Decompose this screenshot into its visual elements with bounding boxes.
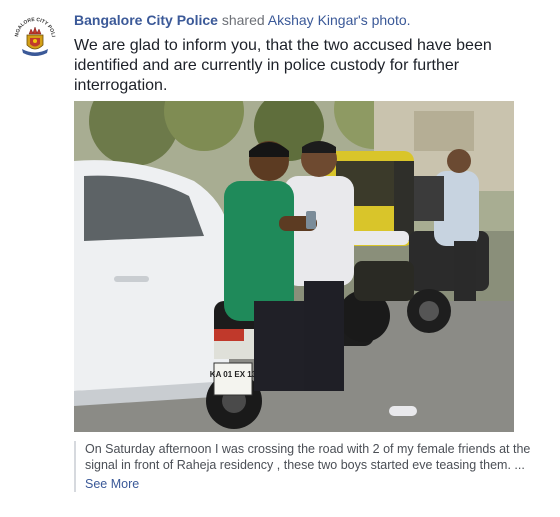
post-header: Bangalore City Police shared Akshay King… [74, 11, 411, 29]
post-message: We are glad to inform you, that the two … [74, 37, 492, 94]
shared-post-excerpt: On Saturday afternoon I was crossing the… [74, 441, 555, 492]
license-plate: KA 01 EX 13 [210, 370, 257, 379]
original-owner-link[interactable]: Akshay Kingar's [268, 12, 368, 28]
street-photo: KA 01 EX 13 [74, 101, 514, 432]
shared-post-body: On Saturday afternoon I was crossing the… [85, 442, 531, 472]
action-text: shared [221, 12, 265, 28]
police-emblem-icon: BANGALORE CITY POLICE [8, 8, 60, 62]
author-link[interactable]: Bangalore City Police [74, 12, 218, 28]
photo-link[interactable]: photo. [372, 12, 411, 28]
see-more-link[interactable]: See More [85, 476, 555, 492]
author-avatar[interactable]: BANGALORE CITY POLICE [8, 8, 60, 62]
post-photo[interactable]: KA 01 EX 13 [74, 101, 514, 432]
